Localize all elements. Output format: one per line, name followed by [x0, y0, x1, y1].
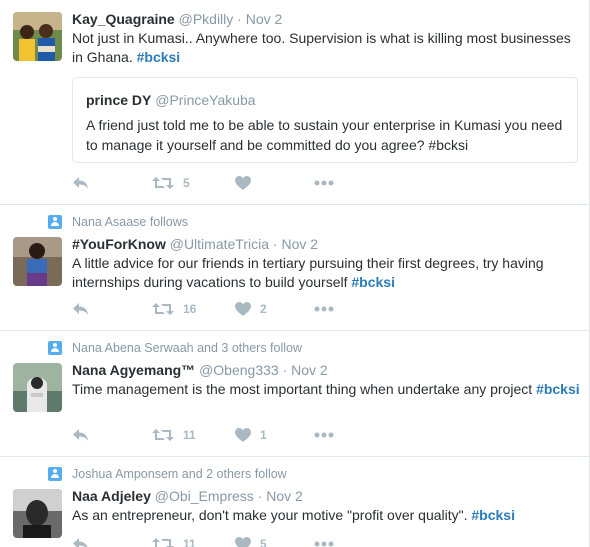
follow-context-icon [48, 215, 62, 229]
retweet-count: 11 [183, 428, 196, 442]
hashtag-link[interactable]: #bcksi [137, 49, 181, 65]
like-icon [235, 302, 251, 316]
more-icon [314, 180, 334, 186]
retweet-button[interactable]: 5 [152, 174, 190, 192]
follow-context-icon [48, 341, 62, 355]
avatar[interactable] [13, 12, 62, 61]
reply-button[interactable] [72, 535, 90, 547]
like-button[interactable]: 5 [235, 535, 267, 547]
like-count: 1 [260, 428, 267, 442]
tweet-body: A little advice for our friends in terti… [72, 255, 544, 290]
retweet-button[interactable]: 11 [152, 426, 196, 444]
retweet-icon [152, 429, 174, 441]
like-icon [235, 176, 251, 190]
retweet-count: 11 [183, 537, 196, 547]
quoted-tweet-header: prince DY @PrinceYakuba [86, 92, 256, 108]
follow-context[interactable]: Nana Abena Serwaah and 3 others follow [72, 340, 302, 356]
more-button[interactable] [314, 426, 334, 444]
tweet-text: Not just in Kumasi.. Anywhere too. Super… [72, 29, 584, 67]
username[interactable]: @UltimateTricia [170, 236, 269, 252]
quoted-tweet-text: A friend just told me to be able to sust… [86, 117, 563, 153]
avatar[interactable] [13, 489, 62, 538]
username[interactable]: @Obeng333 [199, 362, 279, 378]
like-button[interactable]: 1 [235, 426, 267, 444]
timestamp[interactable]: Nov 2 [291, 362, 328, 378]
reply-button[interactable] [72, 300, 90, 318]
tweet-header: Naa Adjeley @Obi_Empress · Nov 2 [72, 487, 303, 505]
separator-dot: · [282, 362, 288, 378]
timestamp[interactable]: Nov 2 [266, 488, 303, 504]
tweet[interactable]: Nana Abena Serwaah and 3 others follow N… [0, 331, 590, 457]
tweet-body: Time management is the most important th… [72, 381, 533, 397]
tweet-actions: 11 1 [72, 426, 372, 444]
tweet-header: Kay_Quagraine @Pkdilly · Nov 2 [72, 10, 282, 28]
username[interactable]: @Obi_Empress [155, 488, 254, 504]
follow-context[interactable]: Nana Asaase follows [72, 214, 188, 230]
like-count: 2 [260, 302, 267, 316]
tweet-text: A little advice for our friends in terti… [72, 254, 584, 292]
separator-dot: · [237, 11, 242, 27]
retweet-icon [152, 303, 174, 315]
tweet[interactable]: Nana Asaase follows #YouForKnow @Ultimat… [0, 205, 590, 331]
quoted-username: @PrinceYakuba [155, 92, 256, 108]
tweet-text: Time management is the most important th… [72, 380, 584, 399]
avatar[interactable] [13, 237, 62, 286]
like-icon [235, 537, 251, 547]
separator-dot: · [272, 236, 278, 252]
like-count: 5 [260, 537, 267, 547]
like-icon [235, 428, 251, 442]
retweet-button[interactable]: 16 [152, 300, 196, 318]
username[interactable]: @Pkdilly [179, 11, 234, 27]
more-icon [314, 432, 334, 438]
timestamp[interactable]: Nov 2 [281, 236, 318, 252]
reply-icon [73, 429, 88, 441]
reply-button[interactable] [72, 174, 90, 192]
display-name[interactable]: Naa Adjeley [72, 488, 151, 504]
reply-icon [73, 177, 88, 189]
hashtag-link[interactable]: #bcksi [536, 381, 580, 397]
tweet-actions: 11 5 [72, 535, 372, 547]
display-name[interactable]: Nana Agyemang™ [72, 362, 195, 378]
reply-icon [73, 538, 88, 547]
quoted-display-name: prince DY [86, 92, 152, 108]
more-icon [314, 541, 334, 547]
hashtag-link[interactable]: #bcksi [471, 507, 515, 523]
retweet-count: 16 [183, 302, 197, 316]
more-icon [314, 306, 334, 312]
tweet-header: #YouForKnow @UltimateTricia · Nov 2 [72, 235, 318, 253]
follow-context-icon [48, 467, 62, 481]
retweet-button[interactable]: 11 [152, 535, 196, 547]
hashtag-link[interactable]: #bcksi [351, 274, 395, 290]
tweet-body: As an entrepreneur, don't make your moti… [72, 507, 468, 523]
more-button[interactable] [314, 174, 334, 192]
reply-button[interactable] [72, 426, 90, 444]
tweet-text: As an entrepreneur, don't make your moti… [72, 506, 584, 525]
like-button[interactable]: 2 [235, 300, 267, 318]
timestamp[interactable]: Nov 2 [246, 11, 283, 27]
retweet-icon [152, 177, 174, 189]
tweet[interactable]: Kay_Quagraine @Pkdilly · Nov 2 Not just … [0, 0, 590, 205]
follow-context[interactable]: Joshua Amponsem and 2 others follow [72, 466, 287, 482]
avatar[interactable] [13, 363, 62, 412]
tweet[interactable]: Joshua Amponsem and 2 others follow Naa … [0, 457, 590, 547]
timeline: Kay_Quagraine @Pkdilly · Nov 2 Not just … [0, 0, 590, 547]
separator-dot: · [257, 488, 263, 504]
retweet-icon [152, 538, 174, 547]
tweet-header: Nana Agyemang™ @Obeng333 · Nov 2 [72, 361, 328, 379]
tweet-actions: 16 2 [72, 300, 372, 318]
like-button[interactable] [235, 174, 260, 192]
display-name[interactable]: Kay_Quagraine [72, 11, 175, 27]
display-name[interactable]: #YouForKnow [72, 236, 166, 252]
more-button[interactable] [314, 300, 334, 318]
reply-icon [73, 303, 88, 315]
retweet-count: 5 [183, 176, 190, 190]
tweet-actions: 5 [72, 174, 372, 192]
quoted-tweet[interactable]: prince DY @PrinceYakuba A friend just to… [72, 77, 578, 163]
more-button[interactable] [314, 535, 334, 547]
